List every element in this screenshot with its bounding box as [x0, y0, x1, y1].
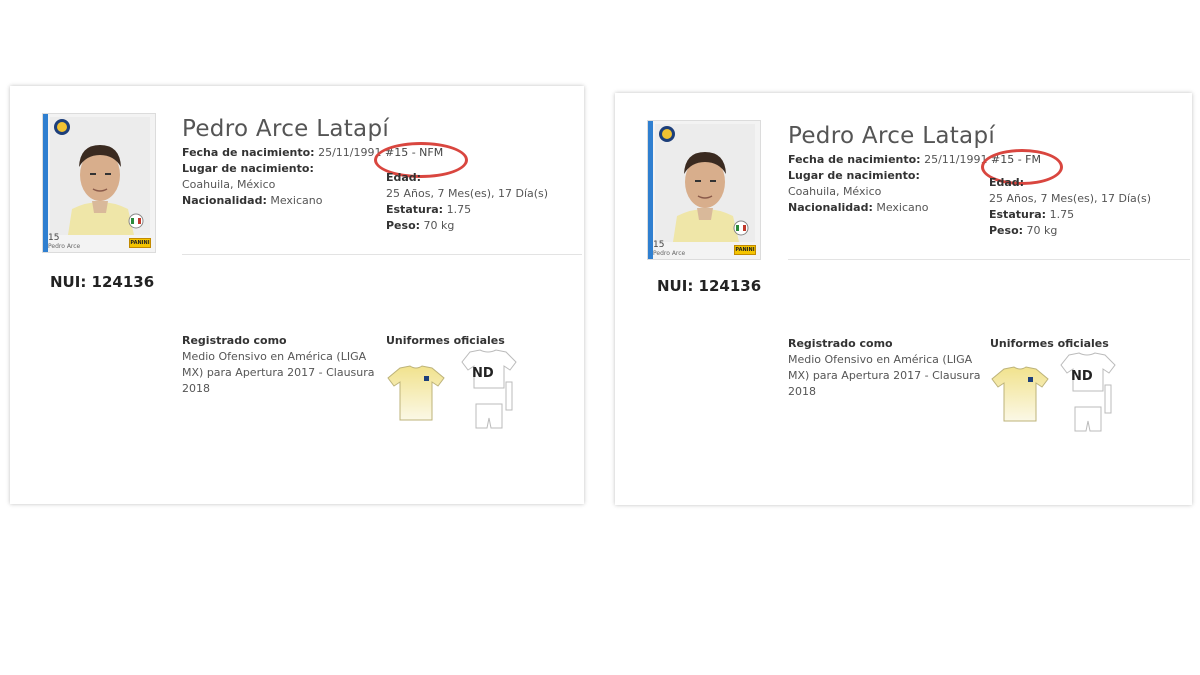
sticker-number: 15: [653, 240, 665, 250]
height-value: 1.75: [1049, 208, 1075, 221]
player-sticker-image: 15 Pedro Arce PANINI: [647, 120, 761, 260]
uniforms-label: Uniformes oficiales: [990, 337, 1109, 350]
height-label: Estatura:: [989, 208, 1047, 221]
player-stats: Edad: 25 Años, 7 Mes(es), 17 Día(s) Esta…: [386, 170, 548, 234]
registered-value: Medio Ofensivo en América (LIGA MX) para…: [788, 353, 981, 398]
player-sticker-image: 15 Pedro Arce PANINI: [42, 113, 156, 253]
weight-label: Peso:: [386, 219, 421, 232]
panini-logo: PANINI: [734, 245, 756, 255]
birthplace-label: Lugar de nacimiento:: [182, 162, 314, 175]
player-card-left: 15 Pedro Arce PANINI NUI: 124136 Pedro A…: [10, 86, 584, 504]
player-name: Pedro Arce Latapí: [788, 123, 996, 149]
birthplace-label: Lugar de nacimiento:: [788, 169, 920, 182]
weight-value: 70 kg: [1026, 224, 1058, 237]
age-label: Edad:: [386, 171, 422, 184]
player-photo: [655, 124, 755, 242]
birthplace-value: Coahuila, México: [788, 185, 882, 198]
nationality-value: Mexicano: [876, 201, 929, 214]
away-kit-icon: [1060, 352, 1116, 432]
divider: [788, 259, 1190, 260]
nui-number: NUI: 124136: [50, 273, 155, 291]
player-photo: [50, 117, 150, 235]
dob-label: Fecha de nacimiento:: [182, 146, 315, 159]
nationality-label: Nacionalidad:: [788, 201, 873, 214]
age-label: Edad:: [989, 176, 1025, 189]
dob-value: 25/11/1991: [924, 153, 988, 166]
sticker-name: Pedro Arce: [48, 243, 81, 250]
registration-section: Registrado como Medio Ofensivo en Améric…: [182, 334, 377, 397]
uniforms-section: Uniformes oficiales: [386, 334, 521, 347]
birthplace-value: Coahuila, México: [182, 178, 276, 191]
player-stats: Edad: 25 Años, 7 Mes(es), 17 Día(s) Esta…: [989, 175, 1151, 239]
registered-label: Registrado como: [182, 334, 287, 347]
registered-value: Medio Ofensivo en América (LIGA MX) para…: [182, 350, 375, 395]
weight-label: Peso:: [989, 224, 1024, 237]
home-kit-icon: [387, 365, 445, 421]
dob-label: Fecha de nacimiento:: [788, 153, 921, 166]
sticker-name: Pedro Arce: [653, 250, 686, 257]
uniform-nd-label: ND: [1071, 369, 1093, 384]
home-kit-icon: [991, 366, 1049, 422]
divider: [182, 254, 582, 255]
weight-value: 70 kg: [423, 219, 455, 232]
height-label: Estatura:: [386, 203, 444, 216]
age-value: 25 Años, 7 Mes(es), 17 Día(s): [386, 187, 549, 200]
nationality-value: Mexicano: [270, 194, 323, 207]
dob-value: 25/11/1991: [318, 146, 382, 159]
player-name: Pedro Arce Latapí: [182, 116, 390, 142]
panini-logo: PANINI: [129, 238, 151, 248]
uniforms-section: Uniformes oficiales: [990, 337, 1125, 350]
nui-number: NUI: 124136: [657, 277, 762, 295]
registration-section: Registrado como Medio Ofensivo en Améric…: [788, 337, 983, 400]
nationality-label: Nacionalidad:: [182, 194, 267, 207]
age-value: 25 Años, 7 Mes(es), 17 Día(s): [989, 192, 1152, 205]
uniform-nd-label: ND: [472, 366, 494, 381]
registered-label: Registrado como: [788, 337, 893, 350]
sticker-number: 15: [48, 233, 60, 243]
height-value: 1.75: [446, 203, 472, 216]
away-kit-icon: [461, 349, 517, 429]
player-card-right: 15 Pedro Arce PANINI NUI: 124136 Pedro A…: [615, 93, 1192, 505]
uniforms-label: Uniformes oficiales: [386, 334, 505, 347]
